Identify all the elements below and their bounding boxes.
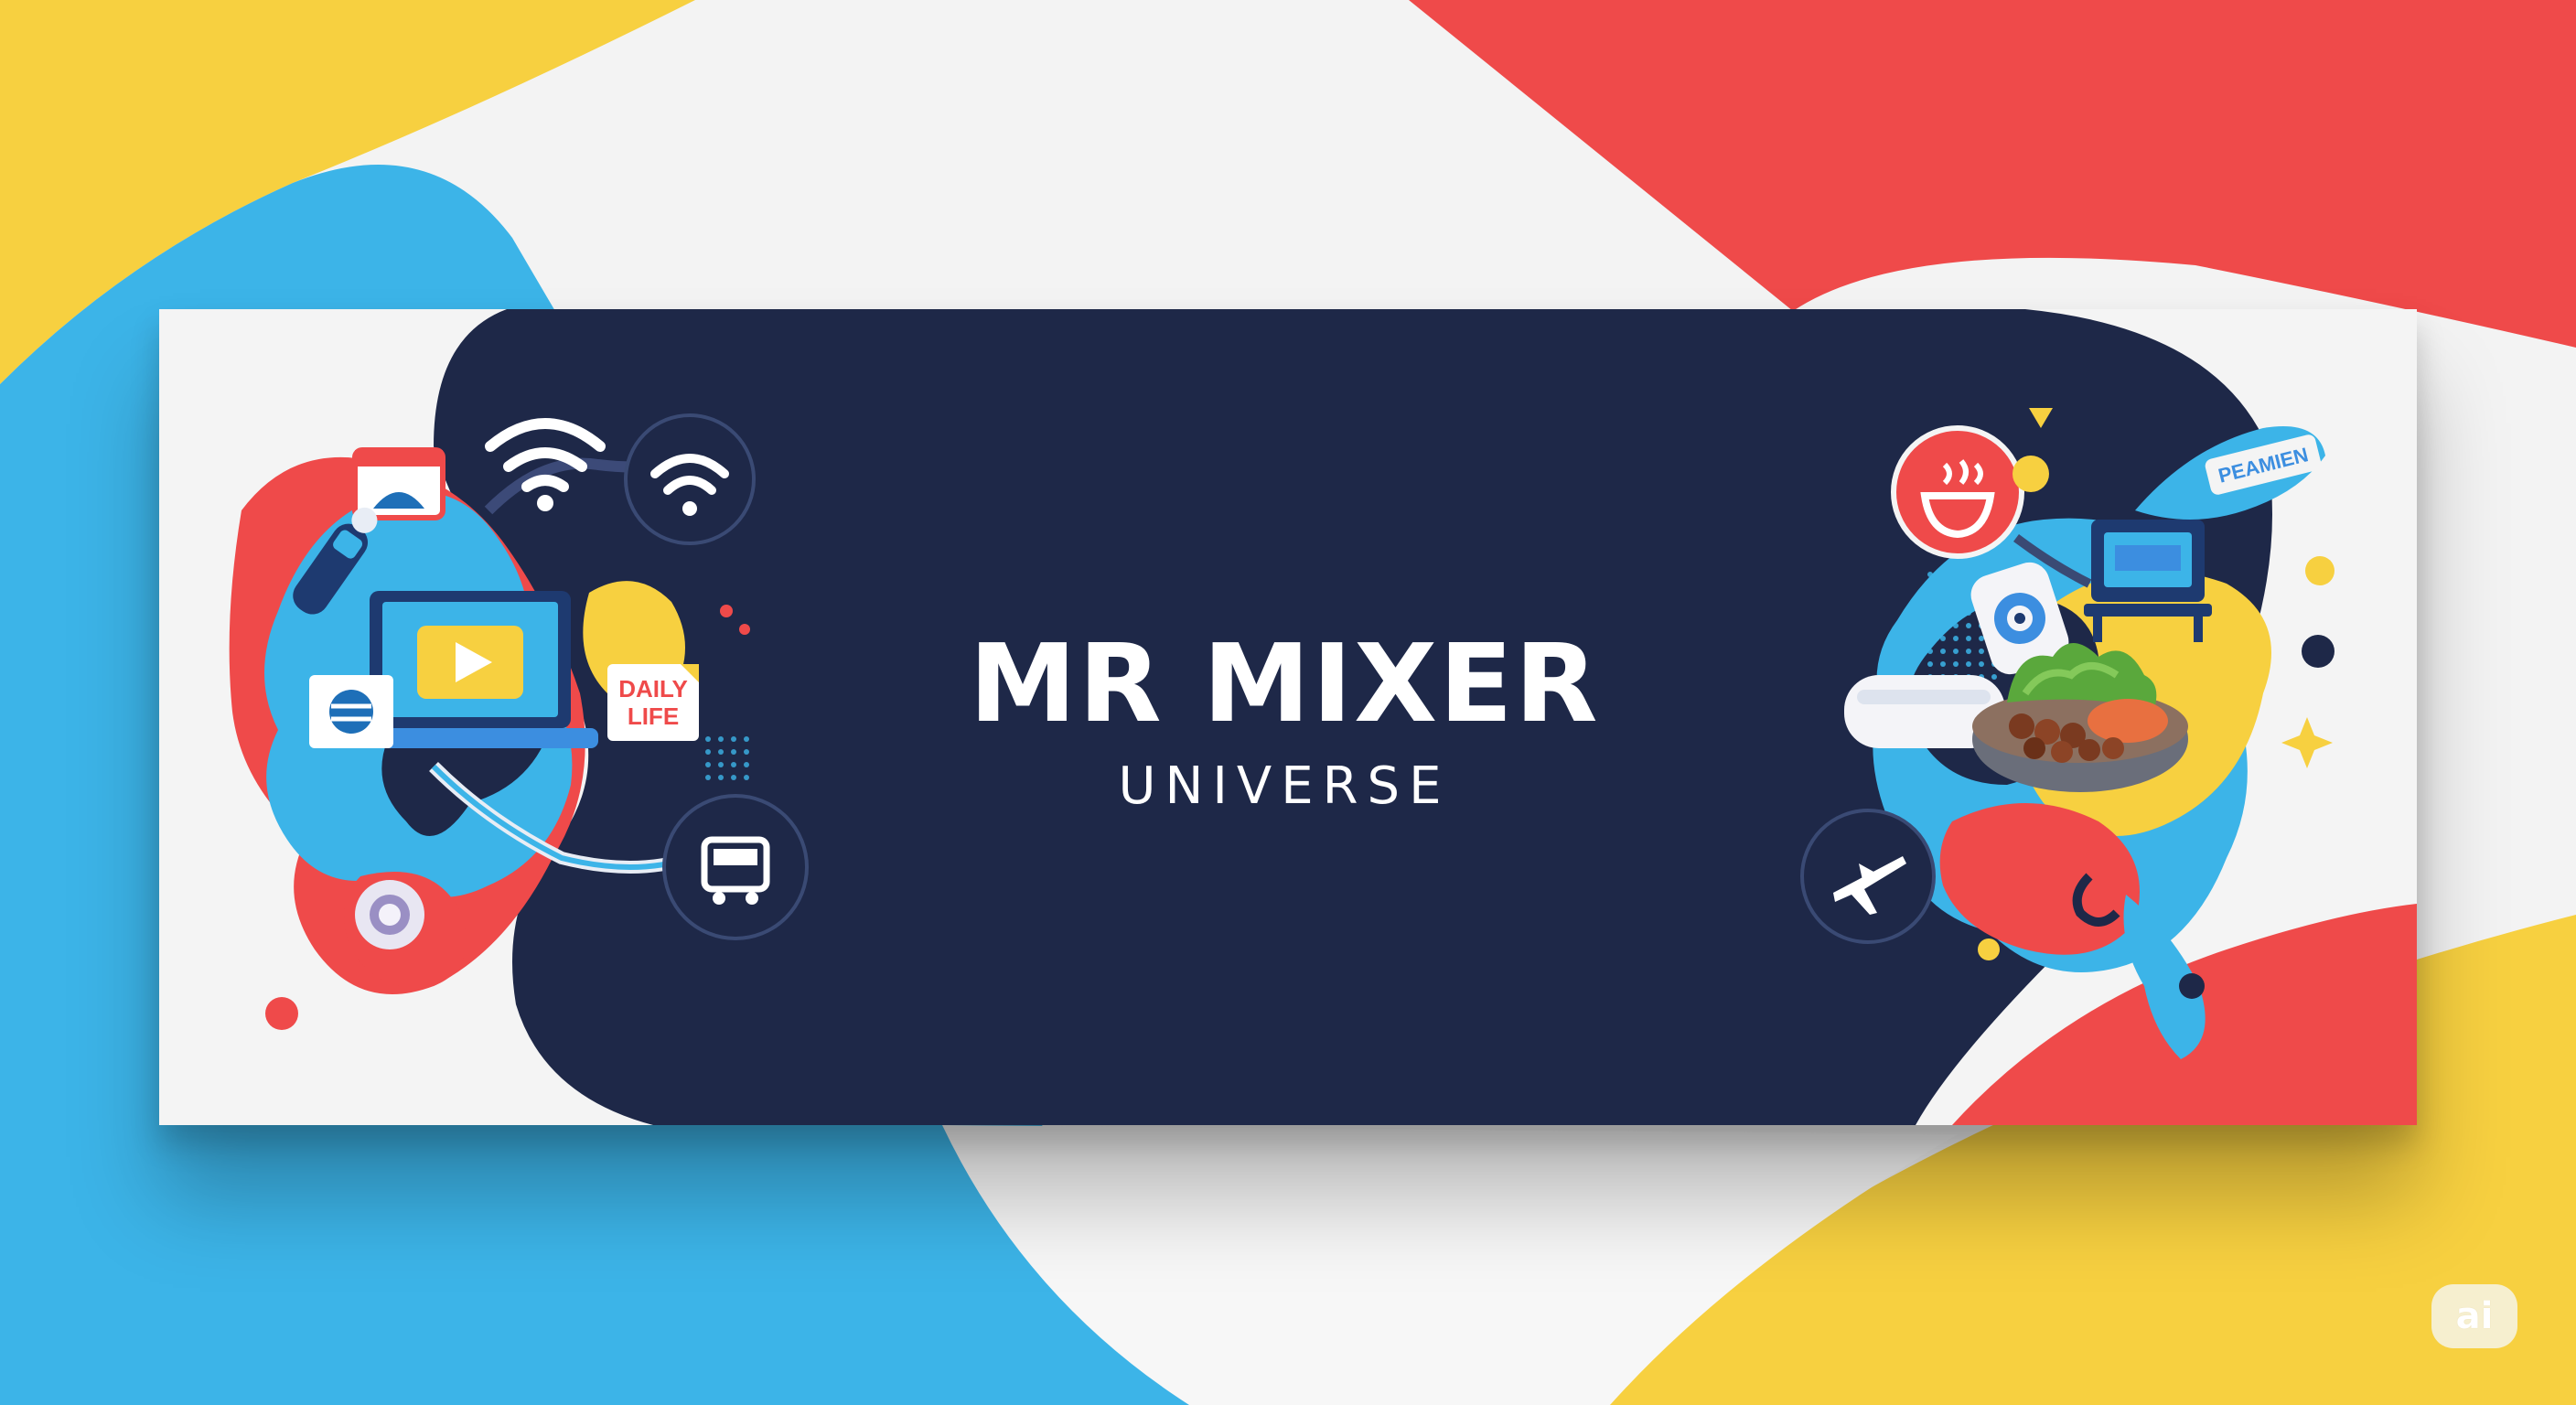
left-red-dot-b xyxy=(739,624,750,635)
daily-life-line1: DAILY xyxy=(618,675,688,702)
title-block: MR MIXER UNIVERSE xyxy=(909,629,1659,812)
airplane-icon xyxy=(1800,809,1936,944)
left-red-dot-a xyxy=(720,605,733,617)
daily-life-line2: LIFE xyxy=(628,702,679,730)
right-yellow-dot-b xyxy=(2305,556,2334,585)
banner-title: MR MIXER xyxy=(969,620,1600,746)
bus-icon xyxy=(662,794,809,940)
globe-card-icon xyxy=(309,675,393,748)
hot-bowl-icon xyxy=(1891,425,2024,559)
play-icon xyxy=(417,626,523,699)
browser-window-icon xyxy=(352,447,445,520)
right-navy-dot xyxy=(2302,635,2334,668)
left-small-red-dot xyxy=(265,997,298,1030)
right-yellow-dot-c xyxy=(1978,938,2000,960)
banner-subtitle: UNIVERSE xyxy=(1118,756,1451,816)
daily-life-tag: DAILY LIFE xyxy=(607,664,699,741)
wifi-circle-icon xyxy=(624,413,756,545)
banner-card: DAILY LIFE PEAMIEN MR MIXER UNIVERSE xyxy=(159,309,2417,1125)
right-navy-dot-b xyxy=(2179,973,2205,999)
ai-watermark-badge: ai xyxy=(2431,1284,2517,1348)
knob-icon xyxy=(355,880,424,949)
right-yellow-dot-a xyxy=(2012,456,2049,492)
poster: DAILY LIFE PEAMIEN MR MIXER UNIVERSE ai xyxy=(0,0,2576,1405)
